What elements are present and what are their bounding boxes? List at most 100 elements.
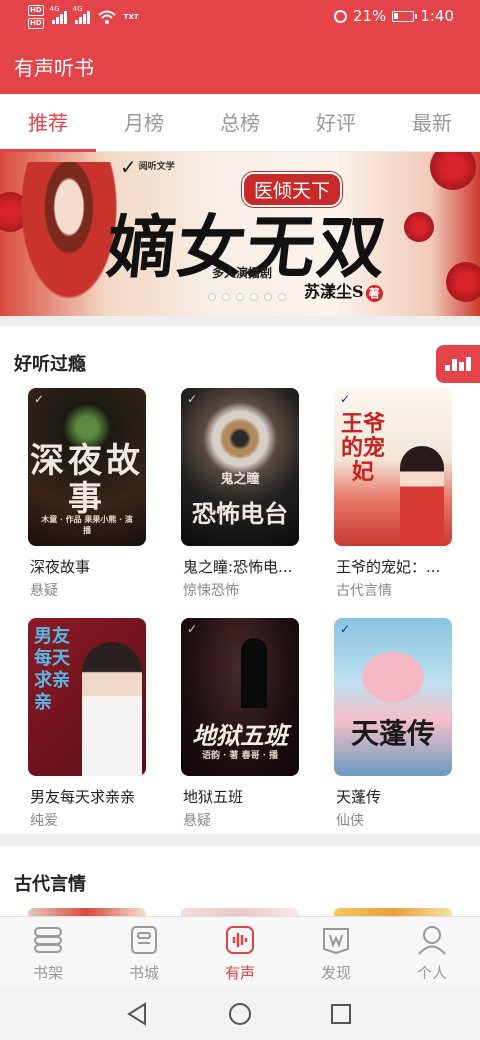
nav-bookshelf[interactable]: 书架: [0, 917, 96, 988]
tab-total[interactable]: 总榜: [192, 94, 288, 151]
book-cover[interactable]: 男友每天求亲亲: [28, 618, 146, 776]
carousel-dot[interactable]: [250, 293, 258, 301]
publisher-logo-icon: ✓: [187, 392, 198, 406]
book-category: 悬疑: [30, 583, 58, 599]
book-title: 男友每天求亲亲: [30, 788, 136, 806]
clock: 1:40: [420, 7, 454, 25]
tab-recommend[interactable]: 推荐: [0, 94, 96, 152]
nav-label: 书城: [128, 964, 159, 982]
cover-credit: 语韵 · 著 春哥 · 播: [202, 751, 278, 761]
cover-title: 恐怖电台: [192, 499, 288, 528]
book-item[interactable]: 男友每天求亲亲 男友每天求亲亲 纯爱: [28, 618, 148, 829]
app-header: 有声听书: [0, 36, 480, 94]
book-title: 王爷的宠妃：...: [336, 558, 441, 576]
cover-title: 男友每天求亲亲: [34, 626, 70, 713]
carousel-dot[interactable]: [278, 293, 286, 301]
publisher-logo-icon: ✓: [34, 392, 45, 406]
bookstore-icon: [131, 926, 157, 954]
promo-banner[interactable]: ✓ 阅听文学 医倾天下 嫡女无双 多人演播剧 苏漾尘S 著: [0, 152, 480, 316]
battery-percent: 21%: [352, 7, 387, 25]
publisher-logo-icon: ✓: [340, 392, 351, 406]
network-label: 4G: [49, 5, 60, 13]
publisher-logo-text: 阅听文学: [138, 162, 175, 172]
hd-label: HD: [28, 18, 44, 29]
nav-bookstore[interactable]: 书城: [96, 917, 192, 988]
publisher-logo-icon: ✓: [340, 622, 351, 636]
nav-label: 书架: [32, 964, 63, 982]
cover-figure: [400, 446, 444, 546]
now-playing-button[interactable]: [436, 345, 480, 383]
book-cover[interactable]: [334, 908, 452, 916]
nav-audio[interactable]: 有声: [192, 917, 288, 988]
signal-icon: 4G: [50, 5, 67, 24]
alarm-icon: [333, 9, 347, 23]
flower-decoration: [430, 152, 476, 190]
carousel-dot[interactable]: [222, 293, 230, 301]
book-cover[interactable]: [181, 908, 299, 916]
nav-label: 发现: [320, 964, 351, 982]
book-category: 古代言情: [336, 583, 392, 599]
book-title: 鬼之瞳:恐怖电...: [183, 558, 293, 576]
profile-icon: [418, 926, 446, 955]
book-category: 仙侠: [336, 813, 364, 829]
bottom-navigation: 书架 书城 有声 发现 个人: [0, 916, 480, 988]
book-item[interactable]: ✓ 王爷的宠妃 王爷的宠妃：... 古代言情: [334, 388, 454, 599]
book-title: 深夜故事: [30, 558, 91, 576]
tab-monthly[interactable]: 月榜: [96, 94, 192, 151]
tab-rated[interactable]: 好评: [288, 94, 384, 151]
book-cover[interactable]: ✓ 地狱五班 语韵 · 著 春哥 · 播: [181, 618, 299, 776]
section-popular: 好听过瘾 ✓ 深夜故事 木童 · 作品 果果小熊 · 演播 深夜故事 悬疑 ✓ …: [0, 326, 480, 834]
book-item[interactable]: ✓ 地狱五班 语韵 · 著 春哥 · 播 地狱五班 悬疑: [181, 618, 301, 829]
book-cover[interactable]: ✓ 鬼之瞳 恐怖电台: [181, 388, 299, 546]
banner-author: 苏漾尘S 著: [304, 278, 383, 302]
battery-level: [394, 12, 399, 19]
cover-title: 天蓬传: [350, 717, 435, 750]
network-label: 4G: [72, 5, 83, 13]
battery-icon: [392, 10, 418, 22]
book-cover[interactable]: ✓ 深夜故事 木童 · 作品 果果小熊 · 演播: [28, 388, 146, 546]
flower-decoration: [446, 262, 480, 302]
discover-icon: [323, 928, 349, 955]
book-item[interactable]: ✓ 深夜故事 木童 · 作品 果果小熊 · 演播 深夜故事 悬疑: [28, 388, 148, 599]
carousel-dot[interactable]: [208, 293, 216, 301]
book-title: 天蓬传: [336, 788, 382, 806]
book-title: 地狱五班: [183, 788, 244, 806]
flower-decoration: [404, 212, 434, 242]
book-category: 纯爱: [30, 813, 58, 829]
back-icon[interactable]: [126, 1002, 148, 1026]
hd-label: HD: [28, 5, 44, 16]
section-title: 古代言情: [14, 874, 86, 895]
page-title: 有声听书: [14, 56, 94, 80]
carousel-dot[interactable]: [236, 293, 244, 301]
section-title: 好听过瘾: [14, 354, 86, 375]
cover-title: 地狱五班: [192, 721, 288, 750]
cover-figure: [241, 638, 267, 708]
section-ancient-romance: 古代言情: [0, 846, 480, 916]
nav-discover[interactable]: 发现: [288, 917, 384, 988]
cover-subtitle: 鬼之瞳: [220, 472, 260, 487]
book-cover[interactable]: ✓ 王爷的宠妃: [334, 388, 452, 546]
carousel-dot[interactable]: [264, 293, 272, 301]
nav-profile[interactable]: 个人: [384, 917, 480, 988]
book-item[interactable]: ✓ 天蓬传 天蓬传 仙侠: [334, 618, 454, 829]
book-item[interactable]: ✓ 鬼之瞳 恐怖电台 鬼之瞳:恐怖电... 惊悚恐怖: [181, 388, 301, 599]
recents-icon[interactable]: [330, 1002, 352, 1026]
cover-figure: [362, 652, 424, 702]
tab-newest[interactable]: 最新: [384, 94, 480, 151]
carousel-indicator: [208, 293, 286, 301]
book-cover[interactable]: ✓ 天蓬传: [334, 618, 452, 776]
status-bar: HD HD 4G 4G TXT 21% 1:40: [0, 0, 480, 36]
publisher-logo: ✓ 阅听文学: [120, 155, 175, 179]
hd-indicator: HD HD: [28, 5, 44, 29]
cover-title: 王爷的宠妃: [340, 411, 385, 485]
book-category: 惊悚恐怖: [183, 583, 239, 599]
audio-icon: [226, 926, 254, 954]
signal-icon: 4G: [73, 5, 90, 24]
cover-credit: 木童 · 作品 果果小熊 · 演播: [41, 514, 133, 535]
home-icon[interactable]: [228, 1002, 252, 1026]
cover-title: 深夜故事: [30, 441, 144, 519]
book-cover[interactable]: [28, 908, 146, 916]
nav-label: 个人: [416, 964, 447, 982]
txt-indicator: TXT: [123, 13, 139, 21]
author-suffix: 著: [365, 285, 383, 302]
